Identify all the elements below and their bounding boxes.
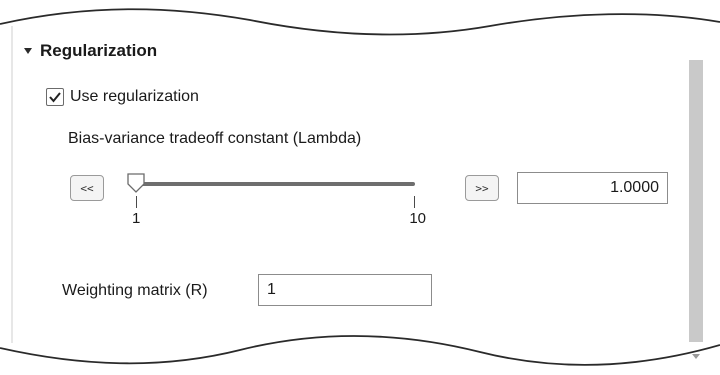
- use-regularization-label: Use regularization: [70, 88, 199, 105]
- weighting-matrix-field[interactable]: 1: [258, 274, 432, 306]
- use-regularization-row[interactable]: Use regularization: [46, 88, 199, 106]
- slider-tick-max: [414, 196, 415, 208]
- weighting-matrix-label: Weighting matrix (R): [62, 282, 208, 299]
- slider-tick-min: [136, 196, 137, 208]
- regularization-section-header[interactable]: Regularization: [22, 40, 157, 62]
- decrease-lambda-button[interactable]: <<: [70, 175, 104, 201]
- regularization-panel: Regularization Use regularization Bias-v…: [0, 0, 720, 375]
- checkmark-icon: [49, 92, 61, 103]
- caret-down-icon[interactable]: [22, 46, 34, 56]
- lambda-value-field[interactable]: 1.0000: [517, 172, 668, 204]
- slider-min-label: 1: [132, 210, 141, 227]
- slider-thumb-icon[interactable]: [126, 172, 146, 194]
- lambda-label: Bias-variance tradeoff constant (Lambda): [68, 130, 362, 147]
- chevron-down-icon[interactable]: [690, 352, 702, 360]
- slider-max-label: 10: [409, 210, 426, 227]
- scrollbar-thumb[interactable]: [689, 60, 703, 342]
- vertical-scrollbar[interactable]: [686, 20, 708, 359]
- lambda-slider[interactable]: 1 10: [120, 168, 430, 238]
- use-regularization-checkbox[interactable]: [46, 88, 64, 106]
- slider-track[interactable]: [136, 182, 415, 186]
- section-title: Regularization: [40, 41, 158, 60]
- increase-lambda-button[interactable]: >>: [465, 175, 499, 201]
